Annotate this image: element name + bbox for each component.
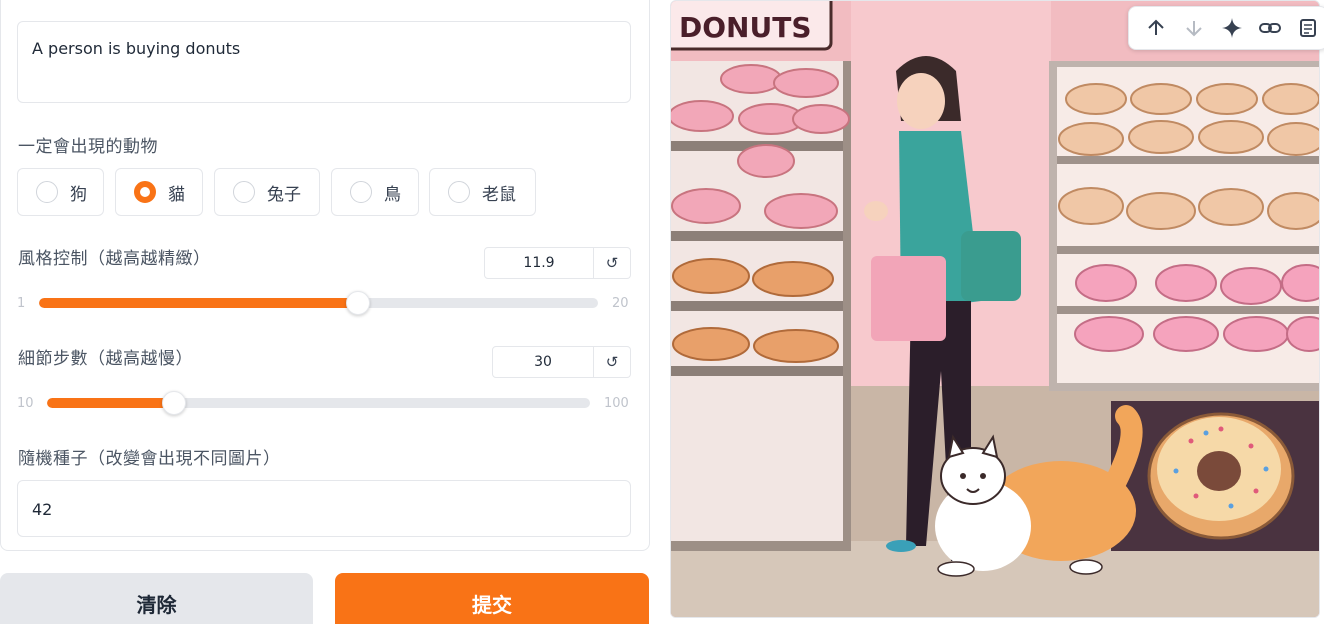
radio-circle [36, 181, 58, 203]
style-control-track[interactable] [39, 298, 598, 308]
radio-circle-checked [134, 181, 156, 203]
detail-steps-fill [47, 398, 174, 408]
reset-icon: ↺ [605, 353, 619, 371]
radio-label: 老鼠 [482, 184, 516, 205]
radio-option-rabbit[interactable]: 兔子 [214, 168, 320, 216]
seed-label: 隨機種子（改變會出現不同圖片） [18, 449, 281, 469]
document-icon[interactable] [1289, 10, 1324, 46]
radio-label: 狗 [70, 184, 87, 205]
prompt-text: A person is buying donuts [32, 39, 241, 58]
generated-image[interactable]: DONUTS [670, 0, 1320, 618]
radio-option-bird[interactable]: 鳥 [331, 168, 419, 216]
detail-steps-value: 30 [534, 354, 552, 370]
detail-steps-max: 100 [604, 396, 629, 411]
seed-value: 42 [32, 500, 53, 519]
donut-shop-illustration: DONUTS [671, 1, 1319, 617]
seed-input[interactable]: 42 [17, 480, 631, 537]
radio-label: 貓 [168, 184, 185, 205]
radio-option-cat[interactable]: 貓 [115, 168, 203, 216]
style-control-label: 風格控制（越高越精緻） [18, 249, 211, 269]
detail-steps-number-input[interactable]: 30 [492, 346, 594, 378]
radio-option-dog[interactable]: 狗 [17, 168, 104, 216]
detail-steps-thumb[interactable] [162, 391, 186, 415]
detail-steps-reset-button[interactable]: ↺ [594, 346, 631, 378]
style-control-value: 11.9 [523, 255, 555, 271]
animal-label: 一定會出現的動物 [18, 137, 158, 157]
link-icon[interactable] [1251, 10, 1289, 46]
radio-circle [233, 181, 255, 203]
detail-steps-track[interactable] [47, 398, 590, 408]
radio-option-mouse[interactable]: 老鼠 [429, 168, 536, 216]
sign-text: DONUTS [679, 11, 811, 44]
detail-steps-min: 10 [17, 396, 34, 411]
sparkle-icon[interactable] [1213, 10, 1251, 46]
arrow-up-icon[interactable] [1137, 10, 1175, 46]
style-control-number-input[interactable]: 11.9 [484, 247, 594, 279]
submit-button[interactable]: 提交 [335, 573, 649, 624]
style-control-min: 1 [17, 296, 26, 311]
arrow-down-icon[interactable] [1175, 10, 1213, 46]
reset-icon: ↺ [605, 254, 619, 272]
radio-circle [350, 181, 372, 203]
style-control-fill [39, 298, 358, 308]
style-control-thumb[interactable] [346, 291, 370, 315]
clear-button-label: 清除 [136, 592, 177, 617]
style-control-max: 20 [612, 296, 629, 311]
submit-button-label: 提交 [472, 592, 512, 617]
big-donut [1147, 412, 1295, 540]
radio-circle [448, 181, 470, 203]
detail-steps-label: 細節步數（越高越慢） [18, 349, 193, 369]
clear-button[interactable]: 清除 [0, 573, 313, 624]
prompt-textarea[interactable]: A person is buying donuts [17, 21, 631, 103]
radio-label: 兔子 [267, 184, 301, 205]
style-control-reset-button[interactable]: ↺ [594, 247, 631, 279]
radio-label: 鳥 [384, 184, 401, 205]
image-toolbar [1128, 6, 1324, 50]
